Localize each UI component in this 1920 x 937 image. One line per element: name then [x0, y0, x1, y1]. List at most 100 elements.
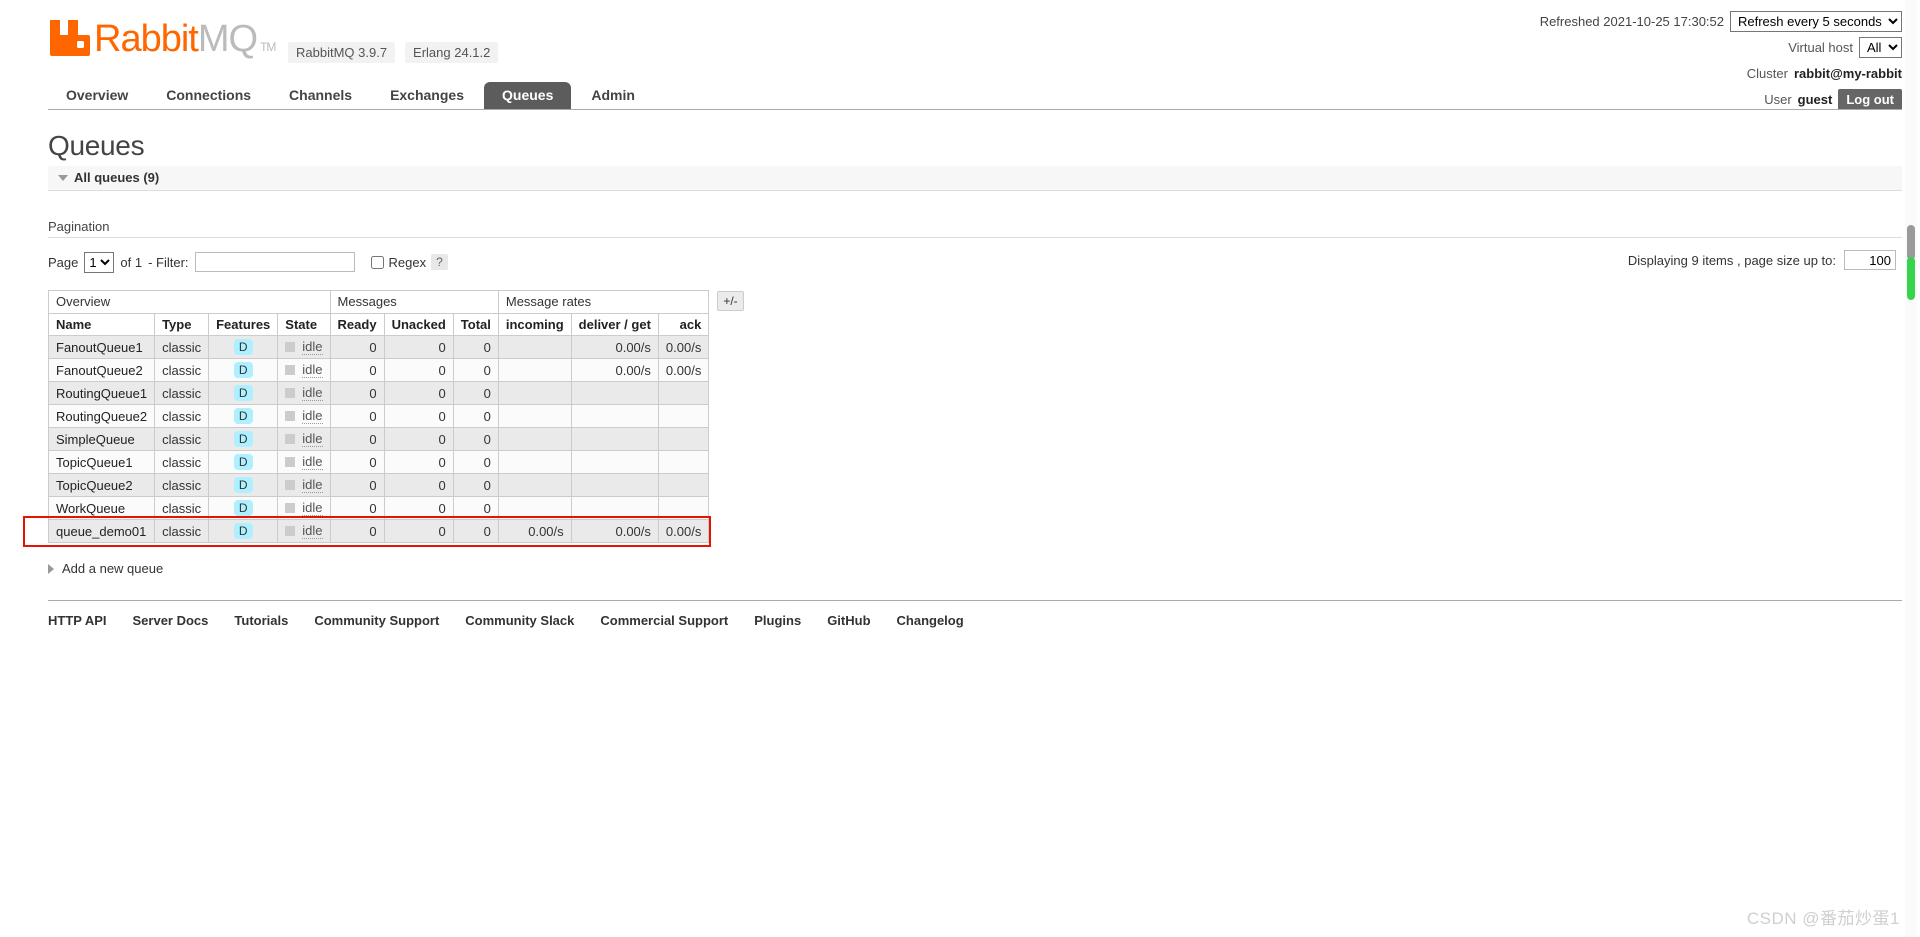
queue-unacked-cell: 0: [383, 427, 454, 451]
queue-state-cell: idle: [277, 335, 331, 359]
app-root: RabbitMQ TM RabbitMQ 3.9.7 Erlang 24.1.2 …: [0, 0, 1920, 937]
scrollbar-thumb[interactable]: [1907, 257, 1915, 300]
queue-incoming-rate-cell: [497, 404, 572, 428]
column-header-name[interactable]: Name: [47, 313, 156, 336]
queue-deliver-rate-cell: 0.00/s: [570, 358, 659, 382]
badge-erlang-version: Erlang 24.1.2: [405, 42, 499, 63]
tab-channels[interactable]: Channels: [271, 82, 370, 109]
scrollbar-upper-segment[interactable]: [1907, 225, 1915, 260]
queue-ready-cell: 0: [329, 450, 385, 474]
table-row[interactable]: TopicQueue1 classic Didle 0 0 0: [47, 450, 710, 474]
table-row[interactable]: FanoutQueue1 classic Didle 0 0 0 0.00/s 0.00/s: [47, 335, 710, 359]
queue-total-cell: 0: [452, 358, 499, 382]
queue-total-cell: 0: [452, 450, 499, 474]
column-header-unacked[interactable]: Unacked: [383, 313, 454, 336]
column-header-deliver-get[interactable]: deliver / get: [570, 313, 659, 336]
queue-total-cell: 0: [452, 427, 499, 451]
column-header-features[interactable]: Features: [208, 313, 279, 336]
queue-incoming-rate-cell: [497, 381, 572, 405]
footer-link-plugins[interactable]: Plugins: [754, 613, 801, 628]
table-row[interactable]: RoutingQueue2 classic Didle 0 0 0: [47, 404, 710, 428]
footer-link-http-api[interactable]: HTTP API: [48, 613, 107, 628]
queue-ack-rate-cell: [657, 404, 710, 428]
page-size-input[interactable]: [1844, 250, 1896, 270]
footer-link-github[interactable]: GitHub: [827, 613, 870, 628]
column-header-incoming[interactable]: incoming: [497, 313, 572, 336]
state-label: idle: [302, 523, 323, 539]
all-queues-label: All queues (9): [74, 170, 160, 185]
queue-name-cell: FanoutQueue1: [47, 335, 156, 359]
queue-state-cell: idle: [277, 473, 331, 497]
queue-deliver-rate-cell: [570, 450, 659, 474]
state-square-icon: [285, 411, 296, 421]
queue-ready-cell: 0: [329, 519, 385, 543]
queue-state-cell: idle: [277, 404, 331, 428]
tab-admin[interactable]: Admin: [573, 82, 653, 109]
tab-overview[interactable]: Overview: [48, 82, 146, 109]
queue-name-cell: RoutingQueue1: [47, 381, 156, 405]
rabbitmq-logo[interactable]: RabbitMQ TM: [48, 18, 276, 58]
table-row[interactable]: WorkQueue classic Didle 0 0 0: [47, 496, 710, 520]
table-row[interactable]: queue_demo01 classic Didle 0 0 0 0.00/s 0.00/s 0…: [47, 519, 710, 543]
column-header-type[interactable]: Type: [154, 313, 210, 336]
queue-features-cell: D: [208, 381, 279, 405]
footer-link-commercial-support[interactable]: Commercial Support: [600, 613, 728, 628]
column-header-ready[interactable]: Ready: [329, 313, 385, 336]
queue-unacked-cell: 0: [383, 335, 454, 359]
state-indicator: idle: [285, 339, 323, 355]
footer-link-community-support[interactable]: Community Support: [314, 613, 439, 628]
vhost-select[interactable]: All: [1859, 36, 1902, 58]
refresh-interval-select[interactable]: Refresh every 5 seconds: [1730, 10, 1902, 32]
queue-incoming-rate-cell: [497, 335, 572, 359]
durable-badge: D: [233, 362, 253, 378]
all-queues-section-header[interactable]: All queues (9): [48, 166, 1902, 191]
column-header-total[interactable]: Total: [452, 313, 499, 336]
page-number-select[interactable]: 1: [84, 251, 115, 273]
table-row[interactable]: RoutingQueue1 classic Didle 0 0 0: [47, 381, 710, 405]
footer-link-server-docs[interactable]: Server Docs: [133, 613, 209, 628]
badge-rabbitmq-version: RabbitMQ 3.9.7: [288, 42, 396, 63]
group-header-messages: Messages: [329, 290, 499, 314]
column-header-state[interactable]: State: [277, 313, 331, 336]
filter-input[interactable]: [194, 252, 355, 272]
queue-ack-rate-cell: 0.00/s: [657, 519, 710, 543]
state-indicator: idle: [285, 362, 323, 378]
page-scrollbar[interactable]: [1905, 0, 1917, 937]
vhost-label: Virtual host: [1788, 39, 1853, 55]
chevron-right-icon: [48, 563, 54, 574]
queue-ack-rate-cell: [657, 473, 710, 497]
add-new-queue-section[interactable]: Add a new queue: [48, 561, 1902, 576]
queue-total-cell: 0: [452, 335, 499, 359]
regex-checkbox[interactable]: [370, 255, 384, 269]
tab-queues[interactable]: Queues: [484, 82, 572, 109]
queue-state-cell: idle: [277, 519, 331, 543]
tab-exchanges[interactable]: Exchanges: [372, 82, 482, 109]
queues-table: Overview Messages Message rates Name Type Fe…: [47, 290, 710, 543]
queue-incoming-rate-cell: [497, 496, 572, 520]
queue-ready-cell: 0: [329, 381, 385, 405]
column-header-ack[interactable]: ack: [657, 313, 710, 336]
table-row[interactable]: SimpleQueue classic Didle 0 0 0: [47, 427, 710, 451]
state-indicator: idle: [285, 500, 323, 516]
tab-connections[interactable]: Connections: [148, 82, 269, 109]
queue-type-cell: classic: [154, 358, 210, 382]
page-content: Queues All queues (9) Pagination Page 1 …: [22, 130, 1902, 628]
pagination-heading: Pagination: [48, 219, 1902, 238]
table-row[interactable]: TopicQueue2 classic Didle 0 0 0: [47, 473, 710, 497]
queue-type-cell: classic: [154, 404, 210, 428]
state-square-icon: [285, 342, 296, 352]
table-row[interactable]: FanoutQueue2 classic Didle 0 0 0 0.00/s 0.00/s: [47, 358, 710, 382]
filter-label: - Filter:: [148, 254, 189, 270]
toggle-columns-button[interactable]: +/-: [717, 291, 744, 311]
queue-incoming-rate-cell: [497, 358, 572, 382]
durable-badge: D: [233, 408, 253, 424]
regex-help-icon[interactable]: ?: [431, 254, 448, 270]
rabbitmq-logo-icon: [50, 20, 90, 56]
queue-deliver-rate-cell: 0.00/s: [570, 519, 659, 543]
state-square-icon: [285, 480, 296, 490]
footer-link-tutorials[interactable]: Tutorials: [234, 613, 288, 628]
footer-link-community-slack[interactable]: Community Slack: [465, 613, 574, 628]
footer-link-changelog[interactable]: Changelog: [897, 613, 964, 628]
queue-type-cell: classic: [154, 473, 210, 497]
state-indicator: idle: [285, 523, 323, 539]
